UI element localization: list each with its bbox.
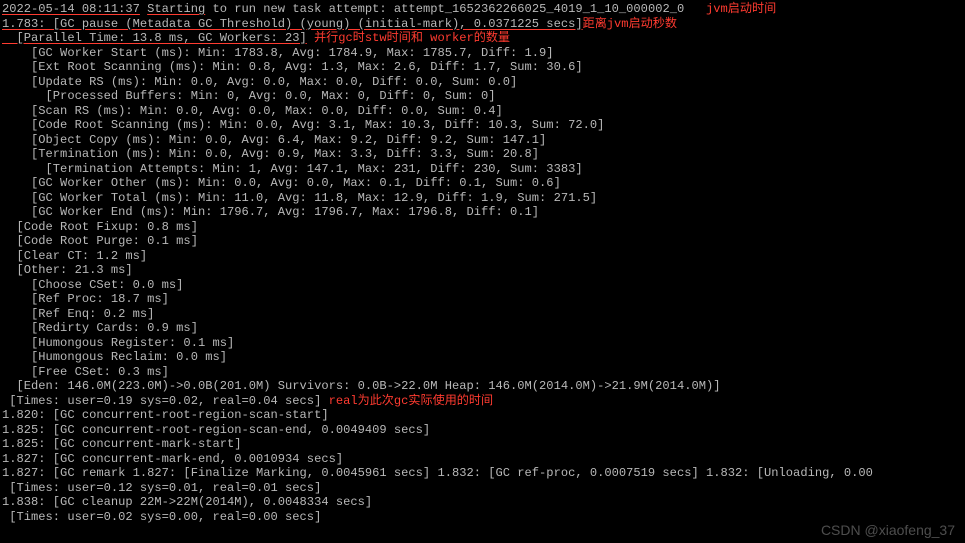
log-line: [Humongous Register: 0.1 ms] [2, 336, 234, 350]
log-line: [Choose CSet: 0.0 ms] [2, 278, 183, 292]
annotation-since-jvm: 距离jvm启动秒数 [583, 17, 677, 31]
log-line: [GC Worker Start (ms): Min: 1783.8, Avg:… [2, 46, 554, 60]
log-line: [Ref Enq: 0.2 ms] [2, 307, 154, 321]
log-line: [Times: user=0.02 sys=0.00, real=0.00 se… [2, 510, 321, 524]
log-line: [Times: user=0.19 sys=0.02, real=0.04 se… [2, 394, 329, 408]
log-line: 1.825: [GC concurrent-root-region-scan-e… [2, 423, 430, 437]
log-line: 1.825: [GC concurrent-mark-start] [2, 437, 242, 451]
log-line: [GC Worker Total (ms): Min: 11.0, Avg: 1… [2, 191, 597, 205]
log-line: [Scan RS (ms): Min: 0.0, Avg: 0.0, Max: … [2, 104, 503, 118]
log-line: [Processed Buffers: Min: 0, Avg: 0.0, Ma… [2, 89, 496, 103]
log-line: 1.820: [GC concurrent-root-region-scan-s… [2, 408, 329, 422]
log-timestamp: 2022-05-14 08:11:37 [2, 2, 140, 16]
log-line: 1.827: [GC concurrent-mark-end, 0.001093… [2, 452, 343, 466]
log-text: to run new task attempt: attempt_1652362… [205, 2, 684, 16]
annotation-parallel: 并行gc时stw时间和 worker的数量 [314, 31, 510, 45]
log-line: [Ext Root Scanning (ms): Min: 0.8, Avg: … [2, 60, 583, 74]
log-line: 1.838: [GC cleanup 22M->22M(2014M), 0.00… [2, 495, 372, 509]
log-line: [Update RS (ms): Min: 0.0, Avg: 0.0, Max… [2, 75, 517, 89]
annotation-jvm-start: jvm启动时间 [706, 2, 776, 16]
log-line: [Humongous Reclaim: 0.0 ms] [2, 350, 227, 364]
log-line: [Code Root Scanning (ms): Min: 0.0, Avg:… [2, 118, 604, 132]
log-line: [GC Worker End (ms): Min: 1796.7, Avg: 1… [2, 205, 539, 219]
log-line: [Code Root Fixup: 0.8 ms] [2, 220, 198, 234]
watermark: CSDN @xiaofeng_37 [821, 523, 955, 538]
log-line: [Eden: 146.0M(223.0M)->0.0B(201.0M) Surv… [2, 379, 721, 393]
log-line: [Termination (ms): Min: 0.0, Avg: 0.9, M… [2, 147, 539, 161]
log-line: [Ref Proc: 18.7 ms] [2, 292, 169, 306]
log-line: [Code Root Purge: 0.1 ms] [2, 234, 198, 248]
annotation-real: real为此次gc实际使用的时间 [329, 394, 493, 408]
log-line: [GC Worker Other (ms): Min: 0.0, Avg: 0.… [2, 176, 561, 190]
log-line: 1.827: [GC remark 1.827: [Finalize Marki… [2, 466, 873, 480]
log-line: [Free CSet: 0.3 ms] [2, 365, 169, 379]
log-line: [Object Copy (ms): Min: 0.0, Avg: 6.4, M… [2, 133, 546, 147]
log-line: [Termination Attempts: Min: 1, Avg: 147.… [2, 162, 583, 176]
log-line: [Clear CT: 1.2 ms] [2, 249, 147, 263]
log-line: [Other: 21.3 ms] [2, 263, 133, 277]
log-line: [Redirty Cards: 0.9 ms] [2, 321, 198, 335]
log-line: [Parallel Time: 13.8 ms, GC Workers: 23] [2, 31, 307, 45]
log-starting: Starting [147, 2, 205, 16]
log-line: 1.783: [GC pause (Metadata GC Threshold)… [2, 17, 583, 31]
terminal-output: 2022-05-14 08:11:37 Starting to run new … [0, 0, 965, 524]
log-line: [Times: user=0.12 sys=0.01, real=0.01 se… [2, 481, 321, 495]
